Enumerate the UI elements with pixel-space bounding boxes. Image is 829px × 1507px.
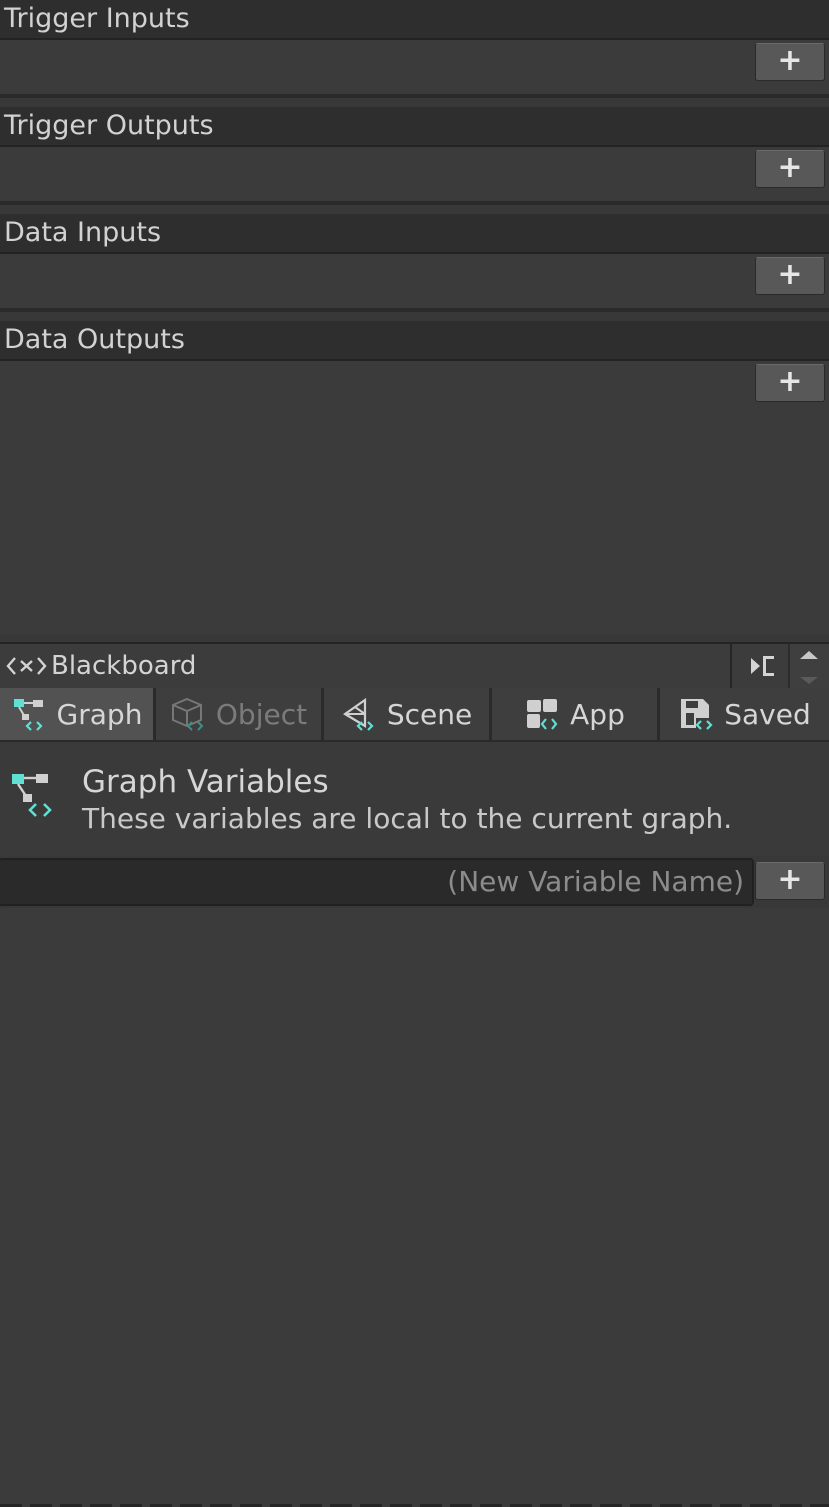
section-header-trigger-inputs: Trigger Inputs: [0, 0, 829, 40]
plus-icon: +: [777, 364, 803, 399]
variables-list-area: [0, 908, 829, 1507]
tab-label: Graph: [56, 697, 143, 731]
graph-variables-description: These variables are local to the current…: [82, 802, 733, 835]
app-icon: [527, 699, 558, 730]
section-title: Trigger Outputs: [4, 110, 214, 141]
new-variable-row: (New Variable Name) +: [0, 856, 829, 908]
add-variable-button[interactable]: +: [755, 862, 825, 900]
graph-variables-icon: [12, 774, 52, 817]
tab-scene[interactable]: Scene: [324, 688, 492, 740]
section-title: Trigger Inputs: [4, 3, 190, 34]
tab-app[interactable]: App: [492, 688, 660, 740]
collapse-panel-icon[interactable]: [740, 644, 786, 688]
graph-variables-title: Graph Variables: [82, 764, 329, 800]
variables-icon: [6, 657, 47, 675]
saved-icon: [681, 699, 713, 730]
section-header-trigger-outputs: Trigger Outputs: [0, 107, 829, 147]
tab-label: App: [570, 697, 625, 731]
tab-saved[interactable]: Saved: [660, 688, 829, 740]
add-data-output-button[interactable]: +: [755, 364, 825, 402]
plus-icon: +: [777, 43, 803, 78]
blackboard-tabs: Graph Object Scene App Saved: [0, 688, 829, 742]
section-header-data-inputs: Data Inputs: [0, 214, 829, 254]
tab-graph[interactable]: Graph: [0, 688, 156, 740]
new-variable-name-input[interactable]: (New Variable Name): [0, 858, 754, 906]
section-title: Data Inputs: [4, 217, 162, 248]
scroll-arrows-icon: [800, 651, 818, 684]
section-title: Data Outputs: [4, 324, 185, 355]
plus-icon: +: [777, 150, 803, 185]
section-body-data-inputs: +: [0, 254, 829, 312]
object-icon: [171, 697, 204, 731]
section-body-trigger-outputs: +: [0, 147, 829, 205]
section-body-trigger-inputs: +: [0, 40, 829, 98]
graph-icon: [13, 699, 43, 731]
plus-icon: +: [777, 862, 803, 897]
tab-object[interactable]: Object: [156, 688, 324, 740]
tab-label: Saved: [724, 697, 811, 731]
blackboard-title-bar[interactable]: Blackboard: [0, 644, 732, 688]
add-data-input-button[interactable]: +: [755, 257, 825, 295]
add-trigger-output-button[interactable]: +: [755, 150, 825, 188]
scene-icon: [342, 697, 374, 731]
section-body-data-outputs: +: [0, 361, 829, 635]
tab-label: Scene: [386, 697, 473, 731]
blackboard-title: Blackboard: [51, 651, 197, 681]
plus-icon: +: [777, 257, 803, 292]
tab-label: Object: [215, 697, 308, 731]
scrollbar[interactable]: [788, 644, 829, 688]
section-header-data-outputs: Data Outputs: [0, 321, 829, 361]
graph-variables-info: Graph Variables These variables are loca…: [0, 742, 829, 856]
add-trigger-input-button[interactable]: +: [755, 43, 825, 81]
blackboard-header: Blackboard: [0, 642, 829, 688]
